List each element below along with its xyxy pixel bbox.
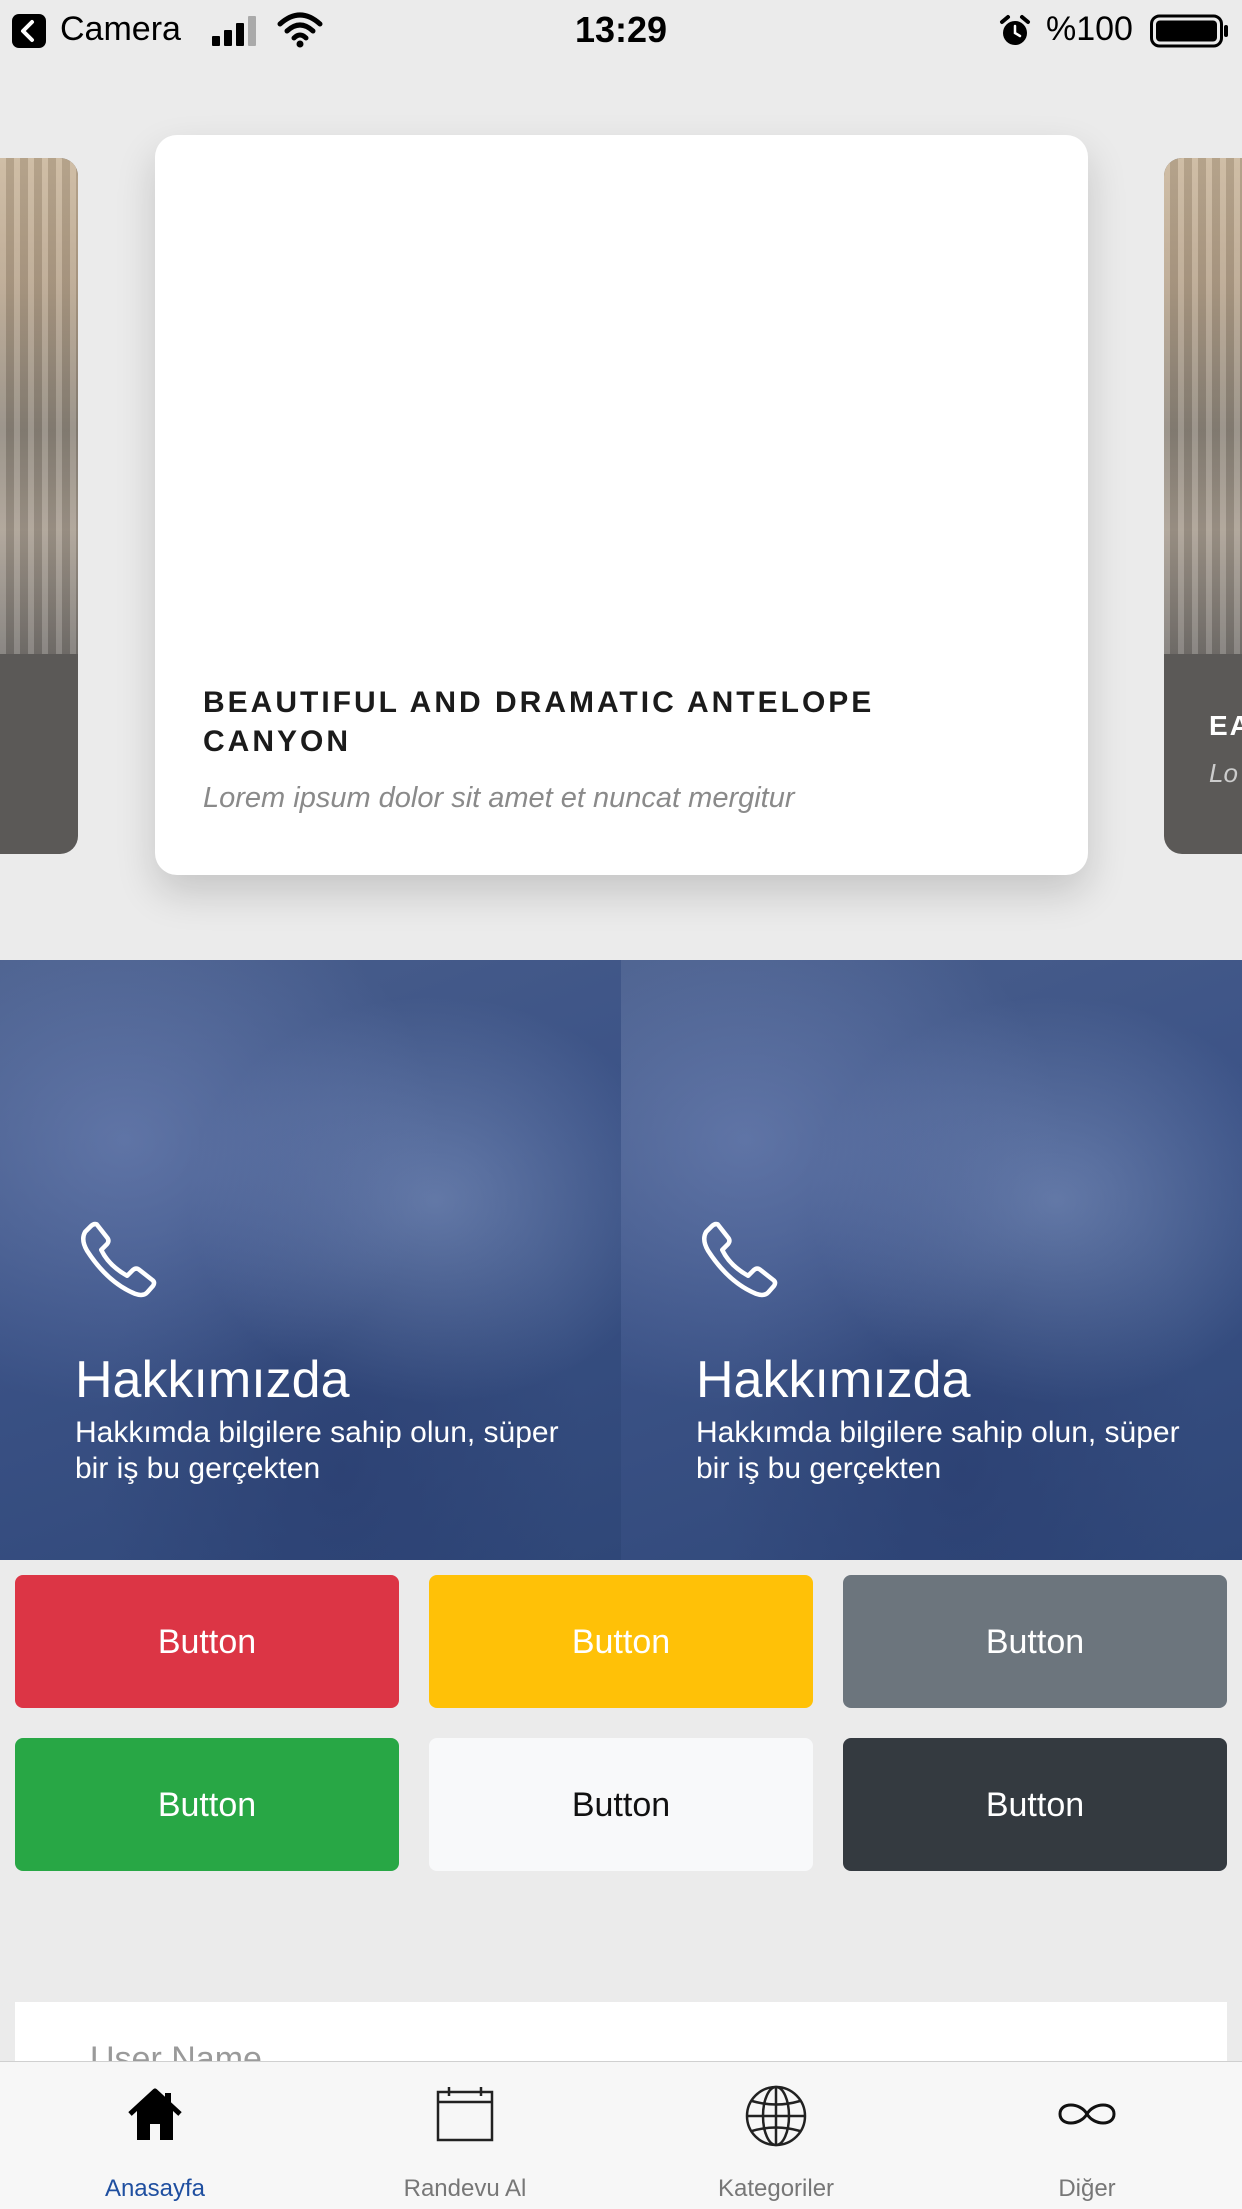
- tab-more[interactable]: Diğer: [932, 2062, 1242, 2209]
- home-icon: [0, 2084, 310, 2149]
- tab-categories[interactable]: Kategoriler: [621, 2062, 931, 2209]
- light-button[interactable]: Button: [429, 1738, 813, 1871]
- tab-label: Kategoriler: [717, 2175, 835, 2202]
- phone-icon: [693, 1215, 783, 1310]
- tab-label: Anasayfa: [104, 2175, 206, 2202]
- status-bar: Camera 13:29 %100: [0, 0, 1242, 62]
- carousel-card-next[interactable]: EA Lo: [1164, 158, 1242, 854]
- tab-home[interactable]: Anasayfa: [0, 2062, 310, 2209]
- carousel-card-active[interactable]: BEAUTIFUL AND DRAMATIC ANTELOPE CANYON L…: [155, 135, 1088, 875]
- card-title: BEAUTIFUL AND DRAMATIC ANTELOPE CANYON: [203, 686, 875, 758]
- tab-label: Diğer: [1058, 2175, 1116, 2202]
- card-photo: [0, 158, 78, 654]
- card-subtitle: Lo: [1209, 758, 1238, 788]
- carousel-card-previous[interactable]: [0, 158, 78, 854]
- danger-button[interactable]: Button: [15, 1575, 399, 1708]
- phone-icon: [72, 1215, 162, 1310]
- battery-icon: [1150, 14, 1230, 53]
- alarm-icon: [998, 14, 1032, 53]
- about-panel[interactable]: Hakkımızda Hakkımda bilgilere sahip olun…: [621, 960, 1242, 1560]
- about-description: Hakkımda bilgilere sahip olun, süper bir…: [696, 1416, 1180, 1485]
- infinity-icon: [932, 2084, 1242, 2149]
- card-photo: [1164, 158, 1242, 654]
- success-button[interactable]: Button: [15, 1738, 399, 1871]
- globe-icon: [621, 2084, 931, 2153]
- dark-button[interactable]: Button: [843, 1738, 1227, 1871]
- card-subtitle: Lorem ipsum dolor sit amet et nuncat mer…: [203, 782, 795, 814]
- about-description: Hakkımda bilgilere sahip olun, süper bir…: [75, 1416, 559, 1485]
- tab-bar: Anasayfa Randevu Al Kategoriler Diğer: [0, 2061, 1242, 2209]
- tab-label: Randevu Al: [403, 2175, 527, 2202]
- about-heading: Hakkımızda: [696, 1351, 971, 1409]
- battery-percentage: %100: [1046, 10, 1133, 48]
- calendar-icon: [310, 2084, 620, 2149]
- card-title: EA: [1209, 710, 1242, 741]
- about-heading: Hakkımızda: [75, 1351, 350, 1409]
- tab-appointment[interactable]: Randevu Al: [310, 2062, 620, 2209]
- secondary-button[interactable]: Button: [843, 1575, 1227, 1708]
- about-panel[interactable]: Hakkımızda Hakkımda bilgilere sahip olun…: [0, 960, 621, 1560]
- warning-button[interactable]: Button: [429, 1575, 813, 1708]
